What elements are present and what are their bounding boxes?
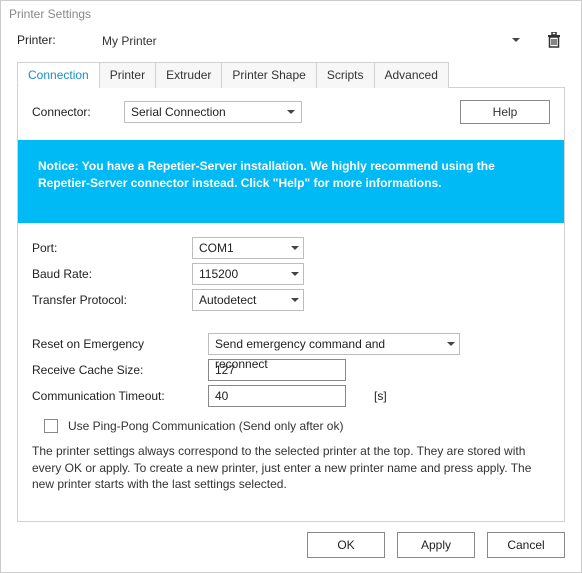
chevron-down-icon — [287, 110, 295, 114]
tab-connection[interactable]: Connection — [17, 62, 100, 88]
port-row: Port: COM1 — [32, 237, 550, 259]
printer-row: Printer: My Printer — [17, 29, 565, 51]
ok-button[interactable]: OK — [307, 532, 385, 558]
reset-row: Reset on Emergency Send emergency comman… — [32, 333, 550, 355]
baud-row: Baud Rate: 115200 — [32, 263, 550, 285]
chevron-down-icon — [447, 342, 455, 346]
spacer — [32, 315, 550, 333]
chevron-down-icon — [291, 298, 299, 302]
tab-printer[interactable]: Printer — [99, 62, 156, 88]
protocol-select[interactable]: Autodetect — [192, 289, 304, 311]
connector-row: Connector: Serial Connection Help — [32, 100, 550, 124]
info-text: The printer settings always correspond t… — [32, 443, 550, 493]
tab-body-connection: Connector: Serial Connection Help Notice… — [17, 88, 565, 522]
printer-settings-dialog: Printer Settings Printer: My Printer C — [0, 0, 582, 573]
apply-button[interactable]: Apply — [397, 532, 475, 558]
chevron-down-icon — [291, 272, 299, 276]
port-label: Port: — [32, 241, 192, 255]
reset-select[interactable]: Send emergency command and reconnect — [208, 333, 460, 355]
protocol-select-value: Autodetect — [199, 293, 256, 307]
cancel-button[interactable]: Cancel — [487, 532, 565, 558]
dialog-button-row: OK Apply Cancel — [1, 522, 581, 572]
port-select[interactable]: COM1 — [192, 237, 304, 259]
tab-advanced[interactable]: Advanced — [374, 62, 449, 88]
printer-label: Printer: — [17, 33, 97, 47]
protocol-row: Transfer Protocol: Autodetect — [32, 289, 550, 311]
baud-select[interactable]: 115200 — [192, 263, 304, 285]
chevron-down-icon — [291, 246, 299, 250]
port-select-value: COM1 — [199, 241, 234, 255]
timeout-input[interactable] — [208, 385, 346, 407]
pingpong-label: Use Ping-Pong Communication (Send only a… — [68, 419, 343, 433]
tab-bar: Connection Printer Extruder Printer Shap… — [17, 61, 565, 88]
baud-select-value: 115200 — [199, 267, 238, 281]
chevron-down-icon — [512, 38, 520, 42]
baud-label: Baud Rate: — [32, 267, 192, 281]
help-button[interactable]: Help — [460, 100, 550, 124]
trash-icon — [547, 32, 561, 48]
connector-select-value: Serial Connection — [131, 105, 226, 119]
delete-printer-button[interactable] — [543, 29, 565, 51]
dialog-title: Printer Settings — [1, 1, 581, 25]
connector-select[interactable]: Serial Connection — [124, 101, 302, 123]
notice-banner: Notice: You have a Repetier-Server insta… — [18, 140, 564, 223]
tab-extruder[interactable]: Extruder — [155, 62, 222, 88]
connector-label: Connector: — [32, 105, 124, 119]
cache-row: Receive Cache Size: — [32, 359, 550, 381]
tab-printer-shape[interactable]: Printer Shape — [221, 62, 316, 88]
printer-select-value: My Printer — [102, 34, 157, 48]
timeout-row: Communication Timeout: [s] — [32, 385, 550, 407]
pingpong-checkbox[interactable] — [44, 419, 58, 433]
reset-label: Reset on Emergency — [32, 337, 208, 351]
tab-scripts[interactable]: Scripts — [316, 62, 375, 88]
cache-label: Receive Cache Size: — [32, 363, 208, 377]
protocol-label: Transfer Protocol: — [32, 293, 192, 307]
timeout-label: Communication Timeout: — [32, 389, 208, 403]
dialog-content: Printer: My Printer Connection Printer E… — [1, 25, 581, 522]
printer-select[interactable]: My Printer — [97, 29, 527, 51]
pingpong-row: Use Ping-Pong Communication (Send only a… — [44, 419, 550, 433]
timeout-unit: [s] — [374, 389, 387, 403]
